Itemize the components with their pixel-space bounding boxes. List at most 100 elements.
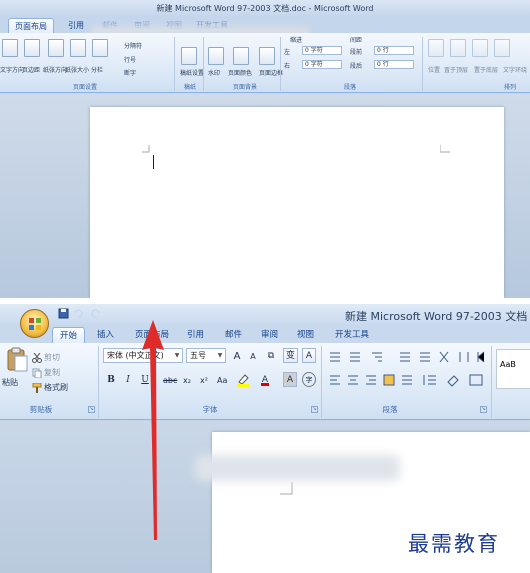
tab-home[interactable]: 开始 <box>52 327 86 343</box>
bring-to-front-icon[interactable] <box>450 39 466 57</box>
tab-references[interactable]: 引用 <box>62 18 90 33</box>
redo-icon[interactable] <box>90 308 101 319</box>
clear-formatting-button[interactable]: ⧉ <box>264 348 278 363</box>
font-color-button[interactable]: A <box>258 372 272 387</box>
clipboard-launcher-icon[interactable]: ↘ <box>88 406 95 413</box>
cut-button[interactable]: 剪切 <box>44 351 60 365</box>
paper-size-button[interactable]: 纸张大小 <box>65 65 89 74</box>
paragraph-bottom-row-icons <box>330 374 483 387</box>
screenshot-top: 新建 Microsoft Word 97-2003 文档.doc - Micro… <box>0 0 530 298</box>
format-painter-button[interactable]: 格式刷 <box>44 381 68 395</box>
subscript-button[interactable]: x₂ <box>180 372 194 387</box>
text-wrapping-button[interactable]: 文字环绕 <box>503 65 527 74</box>
grow-font-button[interactable]: A <box>230 348 244 363</box>
spacing-before-input[interactable]: 0 行 <box>374 46 414 55</box>
text-direction-button[interactable]: 文字方向 <box>0 65 24 74</box>
tab-developer[interactable]: 开发工具 <box>328 327 376 343</box>
breaks-button[interactable]: 分隔符 <box>124 41 142 50</box>
text-direction-icon[interactable] <box>2 39 18 57</box>
style-preview-normal[interactable]: AaB <box>496 349 530 389</box>
page-border-icon[interactable] <box>259 47 275 65</box>
columns-button[interactable]: 分栏 <box>91 65 103 74</box>
highlight-icon[interactable] <box>236 373 252 387</box>
position-button[interactable]: 位置 <box>428 65 440 74</box>
ribbon: 文字方向 页边距 纸张方向 纸张大小 分栏 分隔符 行号 断字 页面设置 稿纸设… <box>0 33 530 93</box>
ribbon: 粘贴 剪切 复制 格式刷 剪贴板 ↘ 宋体 (中文正文) ▼ 五号 ▼ A A … <box>0 343 530 420</box>
hyphenation-button[interactable]: 断字 <box>124 68 136 77</box>
separator <box>203 37 204 91</box>
ribbon-tab-row: 开始 插入 页面布局 引用 邮件 审阅 视图 开发工具 <box>0 326 530 343</box>
tab-references[interactable]: 引用 <box>180 327 211 343</box>
office-logo-icon <box>29 318 41 330</box>
spacing-before-label: 段前 <box>350 49 363 56</box>
separator <box>422 37 423 91</box>
page-color-icon[interactable] <box>233 47 249 65</box>
watermark-text: 最需教育 <box>408 532 500 556</box>
change-case-button[interactable]: Aa <box>214 372 230 387</box>
superscript-button[interactable]: x² <box>197 372 211 387</box>
watermark-icon[interactable] <box>208 47 224 65</box>
bold-button[interactable]: B <box>104 372 118 387</box>
phonetic-guide-button[interactable]: 变 <box>283 348 299 363</box>
font-size-value: 五号 <box>190 351 206 360</box>
paragraph-launcher-icon[interactable]: ↘ <box>480 406 487 413</box>
orientation-button[interactable]: 纸张方向 <box>43 65 67 74</box>
separator <box>174 37 175 91</box>
send-to-back-icon[interactable] <box>472 39 488 57</box>
character-shading-button[interactable]: A <box>283 372 297 387</box>
columns-icon[interactable] <box>92 39 108 57</box>
arrange-group-label: 排列 <box>503 84 516 91</box>
margins-icon[interactable] <box>24 39 40 57</box>
italic-button[interactable]: I <box>121 372 135 387</box>
character-border-button[interactable]: A <box>302 348 316 363</box>
window-title: 新建 Microsoft Word 97-2003 文档.doc - Micro… <box>0 0 530 17</box>
line-numbers-button[interactable]: 行号 <box>124 55 136 64</box>
send-to-back-button[interactable]: 置于底层 <box>474 65 498 74</box>
tab-page-layout[interactable]: 页面布局 <box>8 18 54 33</box>
draft-paper-button[interactable]: 稿纸设置 <box>180 68 204 77</box>
separator <box>280 37 281 91</box>
orientation-icon[interactable] <box>48 39 64 57</box>
crop-mark-top-right-icon <box>440 145 450 153</box>
tab-mailings[interactable]: 邮件 <box>218 327 249 343</box>
paper-size-icon[interactable] <box>70 39 86 57</box>
spacing-title: 间距 <box>350 37 363 44</box>
blurred-region <box>195 455 400 481</box>
separator <box>321 346 322 418</box>
indent-left-label: 左 <box>284 49 291 56</box>
paste-icon[interactable] <box>5 347 29 373</box>
paragraph-group-label: 段落 <box>382 405 398 414</box>
text-cursor-icon <box>153 155 154 169</box>
font-launcher-icon[interactable]: ↘ <box>311 406 318 413</box>
page-color-button[interactable]: 页面颜色 <box>228 68 252 77</box>
spacing-after-input[interactable]: 0 行 <box>374 60 414 69</box>
watermark-button[interactable]: 水印 <box>208 68 220 77</box>
undo-icon[interactable] <box>73 308 84 319</box>
paste-button[interactable]: 粘贴 <box>2 376 18 390</box>
text-wrapping-icon[interactable] <box>494 39 510 57</box>
position-icon[interactable] <box>428 39 444 57</box>
paragraph-top-row-icons <box>330 351 485 363</box>
copy-button[interactable]: 复制 <box>44 366 60 380</box>
cut-icon <box>32 353 42 363</box>
spacing-after-label: 段后 <box>350 63 363 70</box>
shrink-font-button[interactable]: A <box>246 348 260 363</box>
draft-paper-icon[interactable] <box>181 47 197 65</box>
font-size-combo[interactable]: 五号 ▼ <box>186 348 226 363</box>
indent-title: 缩进 <box>290 37 303 44</box>
paragraph-group-label: 段落 <box>343 84 356 91</box>
indent-right-label: 右 <box>284 63 291 70</box>
save-icon[interactable] <box>58 308 69 319</box>
tab-view[interactable]: 视图 <box>290 327 321 343</box>
tab-insert[interactable]: 插入 <box>90 327 121 343</box>
font-color-swatch <box>261 383 269 386</box>
margins-button[interactable]: 页边距 <box>22 65 40 74</box>
indent-left-input[interactable]: 0 字符 <box>302 46 342 55</box>
enclose-characters-button[interactable]: 字 <box>302 372 316 387</box>
crop-mark-icon <box>280 482 293 495</box>
bring-to-front-button[interactable]: 置于顶层 <box>444 65 468 74</box>
document-page[interactable] <box>90 107 504 298</box>
indent-right-input[interactable]: 0 字符 <box>302 60 342 69</box>
office-button[interactable] <box>20 309 49 338</box>
tab-review[interactable]: 审阅 <box>254 327 285 343</box>
